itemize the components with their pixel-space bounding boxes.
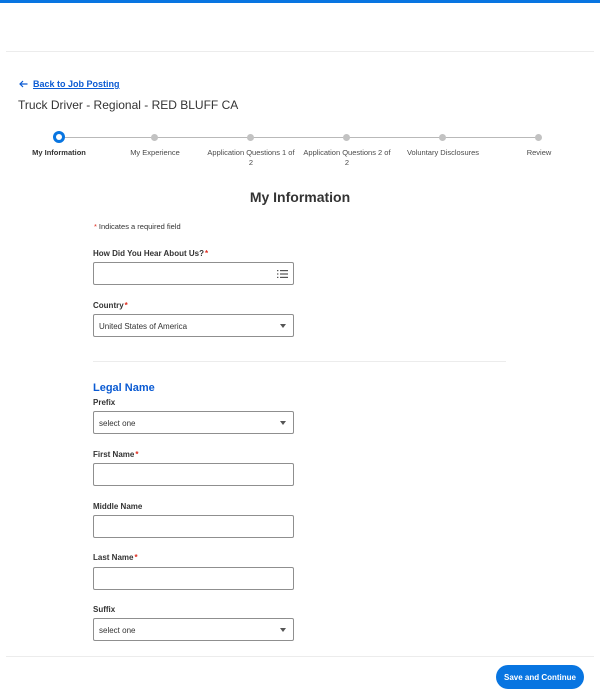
last-name-label-text: Last Name [93,553,134,562]
header-divider [6,51,594,52]
required-asterisk: * [94,222,97,231]
section-divider [93,361,506,362]
step-label: Voluntary Disclosures [406,148,480,157]
prefix-label: Prefix [93,398,115,407]
footer-divider [6,656,594,657]
required-asterisk: * [204,249,209,258]
step-label: My Experience [130,148,180,157]
how-heard-label: How Did You Hear About Us?* [93,249,208,258]
required-note-text: Indicates a required field [98,222,181,231]
step-label: Review [526,148,552,157]
suffix-value: select one [99,626,136,635]
step-dot [535,134,542,141]
chevron-down-icon [280,324,286,328]
country-value: United States of America [99,322,188,331]
step-dot [151,134,158,141]
arrow-left-icon [19,80,28,88]
middle-name-label: Middle Name [93,502,142,511]
back-link-label: Back to Job Posting [33,79,120,89]
step-label: Application Questions 1 of 2 [207,148,295,167]
required-field-note: * Indicates a required field [94,222,181,231]
suffix-select[interactable]: select one [93,618,294,641]
last-name-input[interactable] [93,567,294,590]
step-dot [439,134,446,141]
middle-name-label-text: Middle Name [93,502,143,511]
chevron-down-icon [280,421,286,425]
step-label: Application Questions 2 of 2 [303,148,391,167]
prefix-value: select one [99,419,136,428]
step-dot [247,134,254,141]
country-label-text: Country [93,301,124,310]
country-select[interactable]: United States of America [93,314,294,337]
how-heard-label-text: How Did You Hear About Us? [93,249,204,258]
prefix-label-text: Prefix [93,398,116,407]
step-dot [343,134,350,141]
last-name-label: Last Name* [93,553,138,562]
required-asterisk: * [135,450,139,459]
list-icon[interactable] [277,269,288,281]
top-accent-bar [0,0,600,3]
step-label: My Information [32,148,86,157]
first-name-input[interactable] [93,463,294,486]
stepper-line [60,137,539,138]
required-asterisk: * [124,301,128,310]
save-and-continue-button[interactable]: Save and Continue [496,665,584,689]
how-heard-multiselect[interactable] [93,262,294,285]
progress-stepper: My Information My Experience Application… [0,128,600,172]
legal-name-heading: Legal Name [93,382,155,394]
section-heading: My Information [249,189,351,205]
chevron-down-icon [280,628,286,632]
first-name-label: First Name* [93,450,138,459]
first-name-label-text: First Name [93,450,135,459]
suffix-label: Suffix [93,605,115,614]
job-title: Truck Driver - Regional - RED BLUFF CA [18,98,239,112]
back-to-job-posting-link[interactable]: Back to Job Posting [19,79,120,89]
middle-name-input[interactable] [93,515,294,538]
country-label: Country* [93,301,128,310]
suffix-label-text: Suffix [93,605,116,614]
prefix-select[interactable]: select one [93,411,294,434]
required-asterisk: * [134,553,138,562]
step-dot-active [53,131,65,143]
